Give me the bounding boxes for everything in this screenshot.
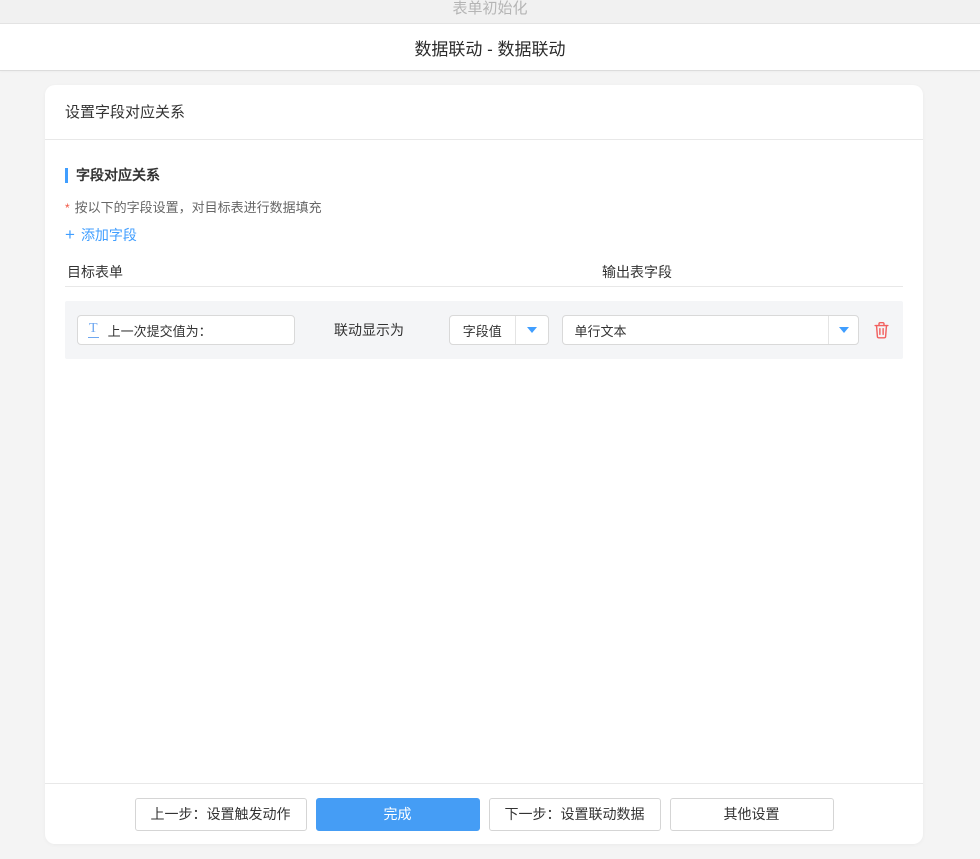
- text-field-type-icon: T: [88, 322, 99, 338]
- next-step-button[interactable]: 下一步：设置联动数据: [489, 798, 661, 831]
- dialog-footer: 上一步：设置触发动作 完成 下一步：设置联动数据 其他设置: [45, 783, 923, 844]
- add-field-button[interactable]: + 添加字段: [65, 226, 137, 243]
- dialog-header: 数据联动 - 数据联动: [0, 24, 980, 71]
- screen: 表单初始化 数据联动 - 数据联动 设置字段对应关系 字段对应关系 * 按以下的…: [0, 0, 980, 859]
- column-header-target-form: 目标表单: [67, 262, 123, 282]
- card-header-title: 设置字段对应关系: [45, 85, 923, 140]
- dialog-title: 数据联动 - 数据联动: [414, 35, 565, 60]
- plus-icon: +: [65, 226, 75, 243]
- output-field-caret-button[interactable]: [828, 316, 858, 344]
- output-field-select[interactable]: 单行文本: [562, 315, 860, 345]
- section-title: 字段对应关系: [76, 165, 160, 185]
- done-button[interactable]: 完成: [316, 798, 480, 831]
- background-page-strip: 表单初始化: [0, 0, 980, 24]
- required-asterisk: *: [65, 201, 70, 215]
- output-field-selected: 单行文本: [563, 321, 829, 340]
- delete-row-button[interactable]: [873, 320, 891, 340]
- value-type-caret-button[interactable]: [515, 316, 548, 344]
- card-body: 字段对应关系 * 按以下的字段设置，对目标表进行数据填充 + 添加字段 目标表单…: [45, 167, 923, 359]
- settings-card: 设置字段对应关系 字段对应关系 * 按以下的字段设置，对目标表进行数据填充 + …: [45, 85, 923, 844]
- prev-step-button[interactable]: 上一步：设置触发动作: [135, 798, 307, 831]
- field-mapping-row: T 上一次提交值为： 联动显示为 字段值 单行文本: [65, 301, 903, 359]
- value-type-selected: 字段值: [450, 321, 515, 340]
- caret-down-icon: [839, 327, 849, 333]
- target-field-input[interactable]: T 上一次提交值为：: [77, 315, 295, 345]
- add-field-label: 添加字段: [81, 225, 137, 245]
- required-note: * 按以下的字段设置，对目标表进行数据填充: [65, 199, 903, 214]
- relation-label: 联动显示为: [334, 320, 404, 340]
- background-page-title: 表单初始化: [452, 0, 527, 18]
- target-field-value: 上一次提交值为：: [108, 321, 212, 340]
- other-settings-button[interactable]: 其他设置: [670, 798, 834, 831]
- note-text: 按以下的字段设置，对目标表进行数据填充: [75, 197, 322, 216]
- column-header-output-field: 输出表字段: [602, 262, 672, 282]
- section-label: 字段对应关系: [65, 167, 903, 183]
- trash-icon: [873, 321, 890, 340]
- section-accent-bar: [65, 168, 68, 183]
- column-headers: 目标表单 输出表字段: [65, 257, 903, 287]
- value-type-select[interactable]: 字段值: [449, 315, 549, 345]
- caret-down-icon: [527, 327, 537, 333]
